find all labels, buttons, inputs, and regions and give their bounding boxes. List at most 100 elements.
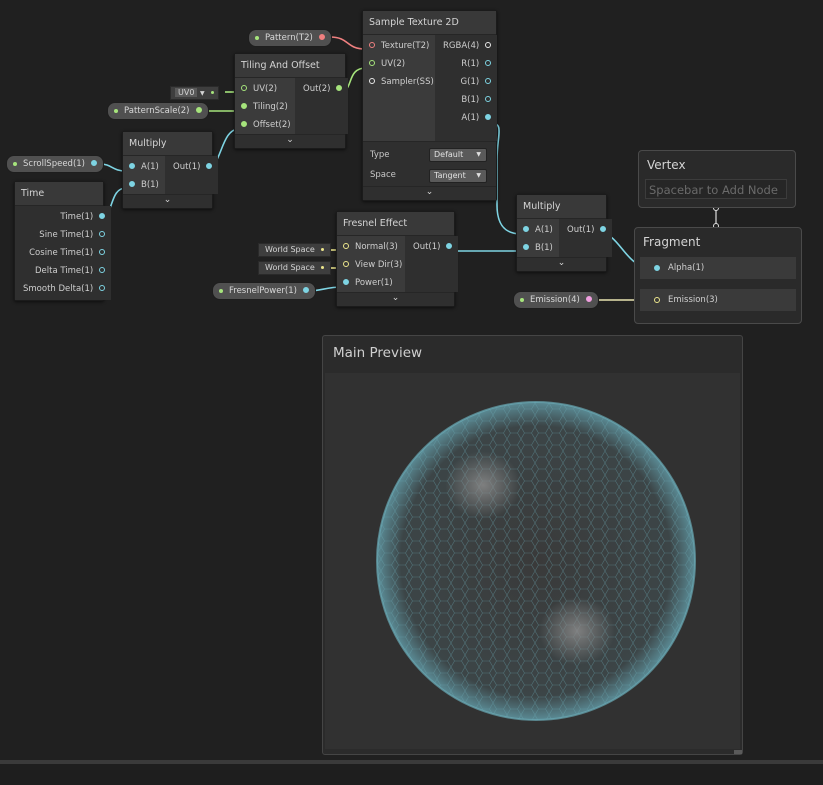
smooth-delta-output-port[interactable]: Smooth Delta(1) [15,280,111,298]
out-output-port[interactable]: Out(2) [295,80,348,98]
float-port-icon[interactable] [129,163,135,169]
a-input-port[interactable]: A(1) [123,158,165,176]
vector2-port-icon[interactable] [241,85,247,91]
vertex-context-block[interactable]: Vertex Spacebar to Add Node [638,150,796,208]
float-port-icon[interactable] [485,114,492,120]
float-port-icon[interactable] [206,163,213,169]
a-input-port[interactable]: A(1) [517,221,559,239]
normal-space-field[interactable]: World Space [258,243,331,257]
a-output-port[interactable]: A(1) [435,109,497,127]
float-port-icon[interactable] [99,267,106,273]
float-port-icon[interactable] [485,78,492,84]
r-output-port[interactable]: R(1) [435,55,497,73]
resize-handle-icon[interactable] [734,750,742,754]
color-port-icon[interactable] [585,296,592,302]
fragment-context-block[interactable]: Fragment Alpha(1) Emission(3) [634,227,802,324]
main-preview-title: Main Preview [333,345,423,361]
vector2-port-icon[interactable] [336,85,343,91]
b-input-port[interactable]: B(1) [123,176,165,194]
b-output-port[interactable]: B(1) [435,91,497,109]
sample-texture-2d-node[interactable]: Sample Texture 2D Texture(T2) UV(2) Samp… [362,10,498,201]
float-port-icon[interactable] [446,243,453,249]
uv-channel-dropdown[interactable]: UV0 ▼ [170,86,219,100]
type-dropdown[interactable]: Default ▼ [429,148,487,162]
patternscale-property-node[interactable]: PatternScale(2) [107,102,209,120]
property-dot-icon [520,298,524,302]
preview-viewport[interactable] [325,373,740,749]
out-output-port[interactable]: Out(1) [165,158,218,176]
out-output-port[interactable]: Out(1) [405,238,458,256]
tiling-offset-title[interactable]: Tiling And Offset [235,54,345,78]
bottom-panel [0,764,823,785]
multiply-node-2[interactable]: Multiply A(1) B(1) Out(1) ⌄ [516,194,613,272]
offset-input-port[interactable]: Offset(2) [235,116,295,134]
normal-input-port[interactable]: Normal(3) [337,238,405,256]
uv-input-port[interactable]: UV(2) [235,80,295,98]
power-input-port[interactable]: Power(1) [337,274,405,292]
scrollspeed-property-node[interactable]: ScrollSpeed(1) [6,155,104,173]
float-port-icon[interactable] [129,181,135,187]
delta-time-output-port[interactable]: Delta Time(1) [15,262,111,280]
float-port-icon[interactable] [523,226,529,232]
float-port-icon[interactable] [485,96,492,102]
multiply-node-1[interactable]: Multiply A(1) B(1) Out(1) ⌄ [122,131,219,209]
viewdir-input-port[interactable]: View Dir(3) [337,256,405,274]
cosine-time-output-port[interactable]: Cosine Time(1) [15,244,111,262]
float-port-icon[interactable] [99,285,106,291]
viewdir-space-field[interactable]: World Space [258,261,331,275]
uv-input-port[interactable]: UV(2) [363,55,435,73]
collapse-chevron-icon[interactable]: ⌄ [337,292,454,306]
texture-port-icon[interactable] [369,42,375,48]
vector3-port-icon[interactable] [343,243,349,249]
multiply-title[interactable]: Multiply [123,132,212,156]
collapse-chevron-icon[interactable]: ⌄ [363,186,496,200]
vector3-port-icon[interactable] [343,261,349,267]
sampler-port-icon[interactable] [369,78,375,84]
texture-input-port[interactable]: Texture(T2) [363,37,435,55]
g-output-port[interactable]: G(1) [435,73,497,91]
alpha-block-row[interactable]: Alpha(1) [639,256,797,280]
time-node[interactable]: Time Time(1) Sine Time(1) Cosine Time(1)… [14,181,112,301]
float-port-icon[interactable] [523,244,529,250]
vector3-port-icon[interactable] [654,297,660,303]
vector2-port-icon[interactable] [369,60,375,66]
vector4-port-icon[interactable] [485,42,492,48]
space-dropdown[interactable]: Tangent ▼ [429,169,487,183]
float-port-icon[interactable] [654,265,660,271]
time-output-port[interactable]: Time(1) [15,208,111,226]
float-port-icon[interactable] [99,231,106,237]
vector2-port-icon[interactable] [195,107,202,113]
float-port-icon[interactable] [99,213,106,219]
tiling-and-offset-node[interactable]: Tiling And Offset UV(2) Tiling(2) Offset… [234,53,349,149]
float-port-icon[interactable] [91,160,97,166]
tiling-input-port[interactable]: Tiling(2) [235,98,295,116]
time-title[interactable]: Time [15,182,103,206]
vector2-port-icon[interactable] [241,103,247,109]
shader-graph-canvas[interactable]: Pattern(T2) PatternScale(2) ScrollSpeed(… [0,0,823,760]
collapse-chevron-icon[interactable]: ⌄ [123,194,212,208]
float-port-icon[interactable] [600,226,607,232]
fresnelpower-property-node[interactable]: FresnelPower(1) [212,282,316,300]
float-port-icon[interactable] [343,279,349,285]
sampler-input-port[interactable]: Sampler(SS) [363,73,435,91]
pattern-property-node[interactable]: Pattern(T2) [248,29,332,47]
collapse-chevron-icon[interactable]: ⌄ [517,257,606,271]
texture-port-icon[interactable] [318,34,325,40]
vector2-port-icon[interactable] [241,121,247,127]
emission-property-node[interactable]: Emission(4) [513,291,599,309]
emission-block-row[interactable]: Emission(3) [639,288,797,312]
fresnel-title[interactable]: Fresnel Effect [337,212,454,236]
main-preview-window[interactable]: Main Preview [322,335,743,755]
fresnel-effect-node[interactable]: Fresnel Effect Normal(3) View Dir(3) Pow… [336,211,459,307]
float-port-icon[interactable] [485,60,492,66]
rgba-output-port[interactable]: RGBA(4) [435,37,497,55]
sample-texture-title[interactable]: Sample Texture 2D [363,11,496,35]
add-node-placeholder[interactable]: Spacebar to Add Node [645,179,787,199]
out-output-port[interactable]: Out(1) [559,221,612,239]
multiply-title[interactable]: Multiply [517,195,606,219]
float-port-icon[interactable] [99,249,106,255]
float-port-icon[interactable] [302,287,309,293]
collapse-chevron-icon[interactable]: ⌄ [235,134,345,148]
sine-time-output-port[interactable]: Sine Time(1) [15,226,111,244]
b-input-port[interactable]: B(1) [517,239,559,257]
